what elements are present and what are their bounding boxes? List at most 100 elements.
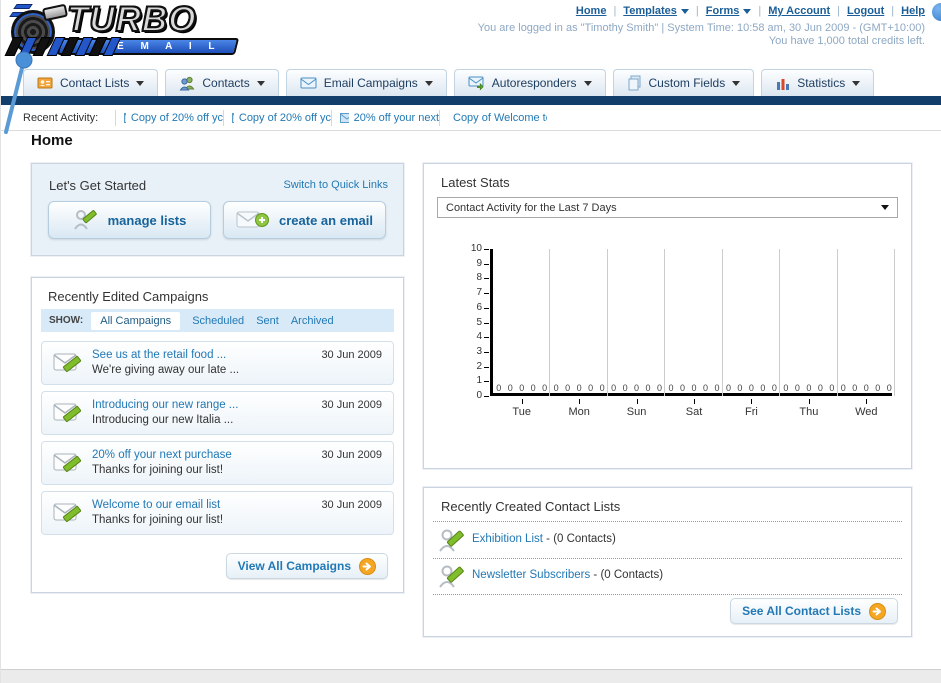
data-value-label: 0	[645, 383, 651, 393]
link-separator: |	[758, 5, 762, 17]
navy-divider-bar	[1, 96, 941, 105]
filter-archived[interactable]: Archived	[291, 315, 334, 327]
turbo-pipe-icon	[41, 3, 69, 22]
y-axis-tick-label: 7	[476, 287, 482, 299]
campaign-title-link[interactable]: 20% off your next purchase	[92, 449, 232, 461]
person-pencil-icon	[73, 210, 97, 230]
data-value-label: 0	[748, 383, 754, 393]
campaign-row[interactable]: See us at the retail food ... We're givi…	[41, 341, 394, 385]
contact-list-row[interactable]: Exhibition List - (0 Contacts)	[433, 524, 902, 559]
campaign-title-link[interactable]: Welcome to our email list	[92, 499, 220, 511]
chevron-down-icon	[852, 80, 861, 86]
tab-label: Autoresponders	[491, 76, 577, 90]
tab-statistics[interactable]: Statistics	[761, 69, 875, 96]
tab-custom-fields[interactable]: Custom Fields	[612, 69, 755, 96]
recent-activity-item[interactable]: Copy of 20% off yc	[115, 109, 223, 126]
gridline	[836, 249, 838, 396]
tab-email-campaigns[interactable]: Email Campaigns	[285, 69, 447, 96]
envelope-pencil-icon	[53, 453, 82, 473]
contact-list-count: - (0 Contacts)	[590, 569, 664, 581]
data-value-label: 0	[530, 383, 536, 393]
gridline	[894, 249, 895, 396]
campaigns-title: Recently Edited Campaigns	[48, 289, 209, 304]
credits-text: You have 1,000 total credits left.	[768, 35, 925, 47]
x-axis-tick	[636, 399, 638, 404]
main-nav-tabs: Contact Lists Contacts Email Campaigns A…	[23, 69, 875, 96]
x-axis-tick	[808, 399, 810, 404]
link-separator: |	[613, 5, 617, 17]
campaign-row[interactable]: 20% off your next purchase Thanks for jo…	[41, 441, 394, 485]
data-value-label: 0	[829, 383, 835, 393]
data-value-label: 0	[760, 383, 766, 393]
contacts-icon	[179, 76, 195, 91]
data-value-label: 0	[725, 383, 731, 393]
app-window: TURBO E M A I L Home | Templates | Forms…	[0, 0, 941, 683]
chevron-down-icon	[732, 80, 741, 86]
campaign-title-link[interactable]: Introducing our new range ...	[92, 399, 238, 411]
contact-lists-icon	[37, 77, 53, 89]
y-axis-tick	[484, 322, 489, 324]
logo-flame-decoration	[13, 4, 33, 9]
y-axis-tick	[484, 337, 489, 339]
data-value-label: 0	[817, 383, 823, 393]
campaign-row[interactable]: Welcome to our email list Thanks for joi…	[41, 491, 394, 535]
campaign-row[interactable]: Introducing our new range ... Introducin…	[41, 391, 394, 435]
filter-sent[interactable]: Sent	[256, 315, 279, 327]
top-link-my-account[interactable]: My Account	[768, 5, 830, 17]
data-value-label: 0	[679, 383, 685, 393]
x-axis-tick	[751, 399, 753, 404]
switch-to-quick-links[interactable]: Switch to Quick Links	[283, 179, 388, 191]
gridline	[664, 249, 666, 396]
y-axis-tick-label: 3	[476, 345, 482, 357]
tab-contacts[interactable]: Contacts	[165, 69, 279, 96]
recent-activity-item[interactable]: Copy of Welcome tc	[439, 109, 547, 126]
view-all-campaigns-button[interactable]: View All Campaigns	[225, 553, 388, 579]
y-axis-tick	[484, 263, 489, 265]
filter-scheduled[interactable]: Scheduled	[192, 315, 244, 327]
tab-label: Contact Lists	[60, 76, 130, 90]
tab-contact-lists[interactable]: Contact Lists	[23, 69, 159, 96]
top-link-home[interactable]: Home	[576, 5, 607, 17]
y-axis-tick-label: 9	[476, 257, 482, 269]
show-label: SHOW:	[49, 315, 84, 326]
x-axis-tick-label: Sun	[626, 406, 647, 418]
recent-activity-item[interactable]: Copy of 20% off yc	[223, 109, 331, 126]
top-link-help[interactable]: Help	[901, 5, 925, 17]
campaign-date: 30 Jun 2009	[321, 449, 382, 461]
y-axis-tick	[484, 293, 489, 295]
y-axis-tick-label: 8	[476, 272, 482, 284]
recent-activity-item[interactable]: 20% off your next	[331, 109, 439, 126]
data-value-label: 0	[634, 383, 640, 393]
help-bubble-icon[interactable]	[932, 3, 941, 21]
top-nav-links: Home | Templates | Forms | My Account | …	[576, 5, 925, 17]
custom-fields-icon	[628, 75, 641, 91]
top-link-forms[interactable]: Forms	[706, 5, 752, 17]
gridline	[721, 249, 723, 396]
data-value-label: 0	[806, 383, 812, 393]
statistics-icon	[777, 78, 790, 90]
recent-activity-label: Recent Activity:	[23, 111, 99, 124]
stats-period-dropdown[interactable]: Contact Activity for the Last 7 Days	[437, 197, 898, 218]
x-axis-tick-label: Fri	[745, 406, 758, 418]
see-all-contact-lists-button[interactable]: See All Contact Lists	[730, 598, 898, 624]
gridline	[549, 249, 551, 396]
person-pencil-icon	[439, 565, 464, 588]
campaign-title-link[interactable]: See us at the retail food ...	[92, 349, 226, 361]
y-axis-tick-label: 4	[476, 331, 482, 343]
contact-list-link[interactable]: Newsletter Subscribers	[472, 569, 590, 581]
filter-all-campaigns[interactable]: All Campaigns	[91, 311, 181, 330]
create-email-button[interactable]: create an email	[223, 201, 386, 239]
manage-lists-label: manage lists	[107, 212, 187, 228]
create-email-label: create an email	[279, 212, 373, 228]
tab-label: Custom Fields	[648, 76, 726, 90]
latest-stats-title: Latest Stats	[441, 175, 510, 190]
manage-lists-button[interactable]: manage lists	[48, 201, 211, 239]
contact-list-row[interactable]: Newsletter Subscribers - (0 Contacts)	[433, 560, 902, 595]
blue-pin-decoration	[4, 51, 33, 134]
tab-autoresponders[interactable]: Autoresponders	[453, 69, 606, 96]
contact-lists-title: Recently Created Contact Lists	[441, 499, 621, 514]
contact-list-link[interactable]: Exhibition List	[472, 533, 543, 545]
top-link-templates[interactable]: Templates	[623, 5, 689, 17]
latest-stats-panel: Latest Stats Contact Activity for the La…	[423, 163, 912, 518]
top-link-logout[interactable]: Logout	[847, 5, 884, 17]
